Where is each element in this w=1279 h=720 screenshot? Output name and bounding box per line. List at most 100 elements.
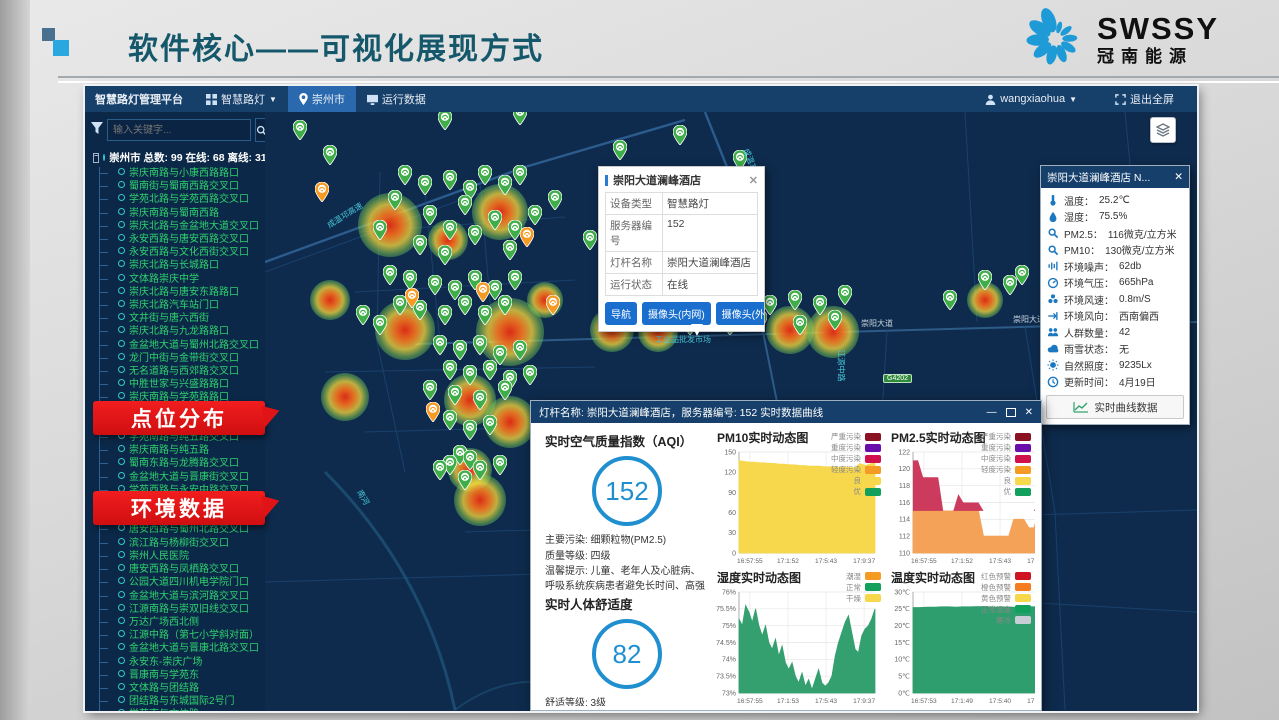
close-icon[interactable]: ✕ xyxy=(1025,407,1033,418)
sidebar-item[interactable]: 龙门中街与金带街交叉口 xyxy=(100,352,265,365)
sidebar-item[interactable]: 学苑北路与学苑西路交叉口 xyxy=(100,193,265,206)
sidebar-item[interactable]: 崇州人民医院 xyxy=(100,550,265,563)
map-pin[interactable] xyxy=(443,170,457,190)
map-pin[interactable] xyxy=(468,225,482,245)
sidebar-item[interactable]: 学苑南与文体路 xyxy=(100,708,265,711)
map-pin[interactable] xyxy=(546,295,560,315)
map-pin[interactable] xyxy=(613,140,627,160)
sidebar-item[interactable]: 崇庆北路与唐安东路路口 xyxy=(100,286,265,299)
sidebar-item[interactable]: 万达广场西北侧 xyxy=(100,616,265,629)
map-pin[interactable] xyxy=(978,270,992,290)
map-pin[interactable] xyxy=(473,390,487,410)
sidebar-item[interactable]: 唐安西路与凤栖路交叉口 xyxy=(100,563,265,576)
nav-item-city[interactable]: 崇州市 xyxy=(288,86,356,112)
tree-root[interactable]: − 崇州市 总数: 99 在线: 68 离线: 31 xyxy=(85,148,265,167)
nav-item-smart-lamp[interactable]: 智慧路灯 ▼ xyxy=(195,86,288,112)
map-pin[interactable] xyxy=(428,275,442,295)
sidebar-item[interactable]: 团结路与东城国际2号门 xyxy=(100,695,265,708)
map-pin[interactable] xyxy=(513,112,527,125)
map-pin[interactable] xyxy=(433,335,447,355)
map-pin[interactable] xyxy=(443,220,457,240)
map-pin[interactable] xyxy=(793,315,807,335)
sidebar-item[interactable]: 晋康南与学苑东 xyxy=(100,669,265,682)
sidebar-item[interactable]: 崇庆北路与九龙路路口 xyxy=(100,325,265,338)
map-pin[interactable] xyxy=(838,285,852,305)
sidebar-item[interactable]: 崇庆北路与长城路口 xyxy=(100,259,265,272)
map-pin[interactable] xyxy=(463,420,477,440)
map-pin[interactable] xyxy=(503,240,517,260)
sidebar-item[interactable]: 金盆地大道与滨河路交叉口 xyxy=(100,590,265,603)
map-pin[interactable] xyxy=(373,315,387,335)
sidebar-item[interactable]: 文体路崇庆中学 xyxy=(100,273,265,286)
map-pin[interactable] xyxy=(398,165,412,185)
map-pin[interactable] xyxy=(418,175,432,195)
sidebar-item[interactable]: 崇庆北路汽车站门口 xyxy=(100,299,265,312)
map-pin[interactable] xyxy=(383,265,397,285)
map-pin[interactable] xyxy=(488,210,502,230)
sidebar-item[interactable]: 永安东-崇庆广场 xyxy=(100,656,265,669)
map-pin[interactable] xyxy=(520,227,534,247)
map-pin[interactable] xyxy=(433,460,447,480)
navigate-button[interactable]: 导航 xyxy=(605,302,637,325)
map-pin[interactable] xyxy=(523,365,537,385)
map-pin[interactable] xyxy=(476,282,490,302)
map-pin[interactable] xyxy=(438,305,452,325)
map-pin[interactable] xyxy=(813,295,827,315)
map-pin[interactable] xyxy=(458,470,472,490)
map-pin[interactable] xyxy=(458,195,472,215)
map-pin[interactable] xyxy=(413,235,427,255)
map-pin[interactable] xyxy=(508,270,522,290)
map-pin[interactable] xyxy=(513,340,527,360)
sidebar-item[interactable]: 江源中路（第七小学斜对面） xyxy=(100,629,265,642)
map-pin[interactable] xyxy=(323,145,337,165)
nav-item-running-data[interactable]: 运行数据 xyxy=(356,86,437,112)
sidebar-item[interactable]: 永安西路与文化西街交叉口 xyxy=(100,246,265,259)
map-pin[interactable] xyxy=(1015,265,1029,285)
map-pin[interactable] xyxy=(315,182,329,202)
map-layers-button[interactable] xyxy=(1150,117,1176,143)
sidebar-item[interactable]: 金盆地大道与晋康北路交叉口 xyxy=(100,642,265,655)
sidebar-item[interactable]: 公园大道四川机电学院门口 xyxy=(100,576,265,589)
tree-expander-icon[interactable]: − xyxy=(93,153,99,163)
map-pin[interactable] xyxy=(473,460,487,480)
sidebar-item[interactable]: 江源南路与崇双旧线交叉口 xyxy=(100,603,265,616)
filter-icon[interactable] xyxy=(91,121,103,139)
sidebar-item[interactable]: 金盆地大道与蜀州北路交叉口 xyxy=(100,339,265,352)
map-pin[interactable] xyxy=(498,175,512,195)
close-icon[interactable]: ✕ xyxy=(749,174,758,187)
sidebar-item[interactable]: 蜀南街与蜀南西路交叉口 xyxy=(100,180,265,193)
map-pin[interactable] xyxy=(438,112,452,130)
map-pin[interactable] xyxy=(828,310,842,330)
exit-fullscreen-button[interactable]: 退出全屏 xyxy=(1104,86,1185,112)
map-pin[interactable] xyxy=(403,270,417,290)
map-pin[interactable] xyxy=(788,290,802,310)
map-pin[interactable] xyxy=(513,165,527,185)
realtime-curve-button[interactable]: 实时曲线数据 xyxy=(1046,395,1184,419)
map-pin[interactable] xyxy=(458,295,472,315)
camera-external-button[interactable]: 摄像头(外网) xyxy=(716,302,764,325)
map-pin[interactable] xyxy=(943,290,957,310)
map-pin[interactable] xyxy=(448,385,462,405)
sidebar-item[interactable]: 文体路与团结路 xyxy=(100,682,265,695)
map-pin[interactable] xyxy=(453,340,467,360)
sidebar-item[interactable]: 文井街与唐六西街 xyxy=(100,312,265,325)
sidebar-item[interactable]: 金盆地大道与晋康街交叉口 xyxy=(100,471,265,484)
sidebar-item[interactable]: 蜀南东路与龙腾路交叉口 xyxy=(100,457,265,470)
sidebar-item[interactable]: 滨江路与杨柳街交叉口 xyxy=(100,537,265,550)
map-pin[interactable] xyxy=(483,415,497,435)
map-pin[interactable] xyxy=(473,335,487,355)
map-pin[interactable] xyxy=(388,190,402,210)
map-pin[interactable] xyxy=(548,190,562,210)
map-pin[interactable] xyxy=(583,230,597,250)
map-pin[interactable] xyxy=(373,220,387,240)
map-pin[interactable] xyxy=(356,305,370,325)
sidebar-item[interactable]: 崇庆南路与蜀南西路 xyxy=(100,207,265,220)
camera-internal-button[interactable]: 摄像头(内网) xyxy=(642,302,711,325)
map-pin[interactable] xyxy=(423,380,437,400)
search-input[interactable] xyxy=(107,119,251,141)
map-pin[interactable] xyxy=(478,305,492,325)
map-pin[interactable] xyxy=(443,360,457,380)
map-pin[interactable] xyxy=(493,455,507,475)
map-pin[interactable] xyxy=(463,365,477,385)
map-pin[interactable] xyxy=(438,245,452,265)
